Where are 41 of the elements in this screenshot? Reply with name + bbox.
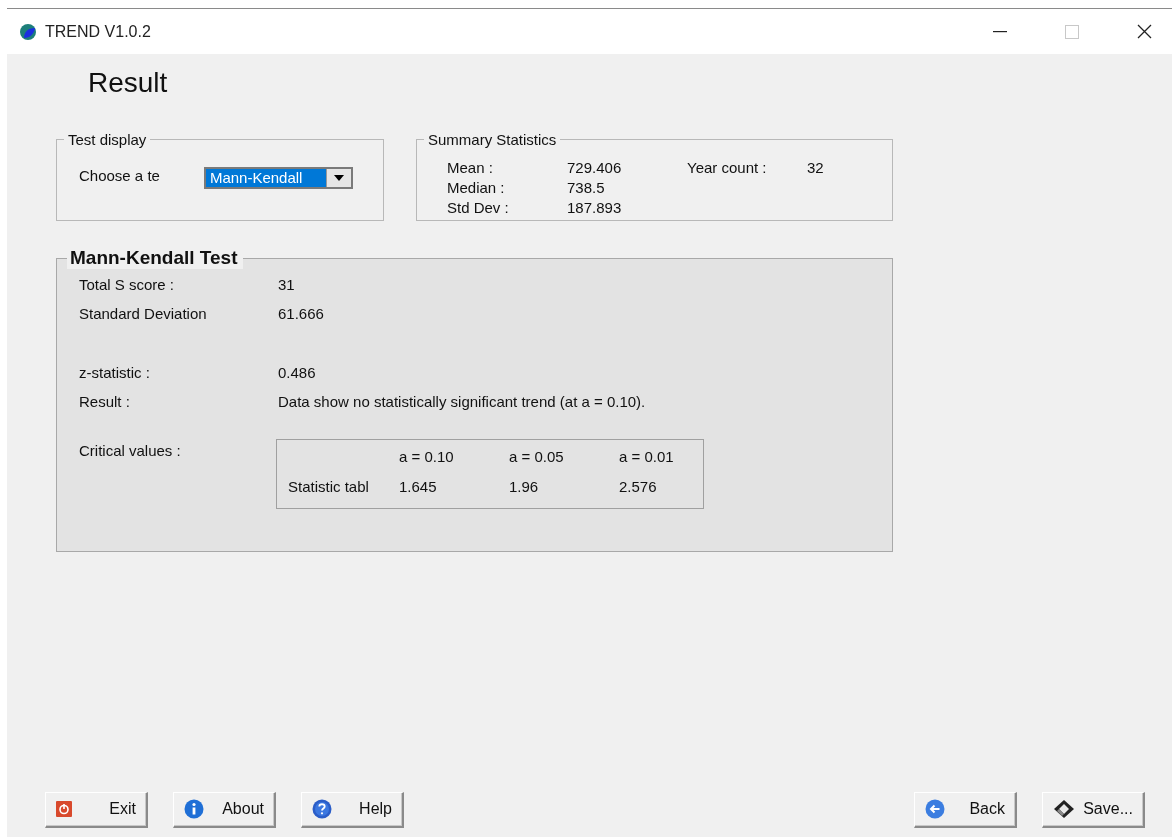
back-button[interactable]: Back [914, 792, 1017, 828]
group-title: Test display [67, 131, 148, 148]
page-heading: Result [88, 67, 169, 100]
exit-button[interactable]: Exit [45, 792, 148, 828]
test-dropdown[interactable]: Mann-Kendall [203, 167, 353, 189]
column-header: a = 0.05 [509, 448, 565, 467]
stat-value: 187.893 [567, 198, 623, 218]
result-label: Result : [79, 392, 131, 411]
stat-label: Std Dev : [447, 198, 510, 218]
result-value: 31 [278, 275, 296, 294]
column-header: a = 0.10 [399, 448, 455, 467]
stat-value: 32 [807, 158, 825, 178]
leaf-icon [19, 22, 37, 41]
about-button[interactable]: About [173, 792, 276, 828]
stat-label: Median : [447, 178, 506, 198]
help-button[interactable]: Help [301, 792, 404, 828]
result-label: Total S score : [79, 275, 176, 294]
result-label: Standard Deviation [79, 304, 208, 323]
field-label: Choose a te [79, 167, 160, 184]
close-icon[interactable] [1137, 24, 1152, 39]
window-title: TREND V1.0.2 [45, 22, 151, 41]
table-cell-text: 1.96 [509, 478, 540, 497]
result-label: Critical values : [79, 442, 182, 461]
stat-value: 738.5 [567, 178, 606, 198]
power-icon [56, 800, 72, 817]
table-cell-text: 2.576 [619, 478, 658, 497]
column-header: a = 0.01 [619, 448, 675, 467]
result-label: z-statistic : [79, 363, 151, 382]
group-title: Summary Statistics [427, 131, 558, 148]
save-button[interactable]: Save... [1042, 792, 1145, 828]
stat-value: 729.406 [567, 158, 623, 178]
stat-label: Mean : [447, 158, 494, 178]
stat-label: Year count : [687, 158, 768, 178]
result-value: Data show no statistically significant trend (at a = 0.10). [278, 392, 647, 411]
help-icon [312, 798, 332, 819]
row-header: Statistic tabl [288, 478, 370, 497]
result-value: 61.666 [278, 304, 325, 323]
info-icon [184, 798, 204, 819]
minimize-icon[interactable] [993, 30, 1007, 33]
table-cell-text: 1.645 [399, 478, 438, 497]
result-value: 0.486 [278, 363, 317, 382]
